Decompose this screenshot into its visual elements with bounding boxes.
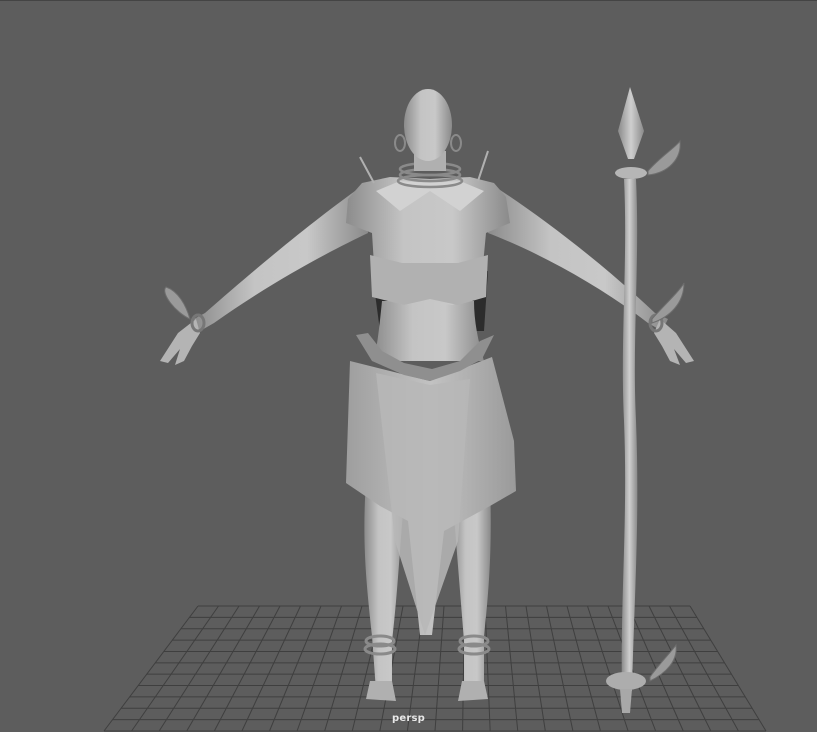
model-left-arm: [194, 186, 368, 331]
camera-name-label: persp: [392, 713, 425, 724]
character-model[interactable]: [160, 89, 694, 701]
model-left-quill: [359, 156, 375, 184]
model-left-earring: [394, 134, 406, 152]
model-left-hand: [160, 319, 200, 365]
spear-mid-feather: [651, 282, 685, 324]
spear-top-feather: [647, 139, 681, 176]
spear-bottom-collar: [606, 672, 646, 690]
spear-butt: [620, 689, 632, 713]
spear-blade: [618, 87, 644, 159]
spear-top-collar: [615, 167, 647, 179]
model-midriff: [374, 301, 484, 361]
model-right-earring: [450, 134, 462, 152]
model-right-hand: [654, 319, 694, 365]
model-left-feather: [164, 286, 191, 320]
model-right-foot: [458, 681, 488, 701]
spear-shaft: [621, 179, 638, 691]
model-left-foot: [366, 681, 396, 701]
scene-canvas[interactable]: [0, 1, 817, 732]
model-right-arm: [488, 186, 668, 331]
model-head: [404, 89, 452, 161]
model-right-quill: [477, 150, 489, 182]
perspective-viewport[interactable]: persp: [0, 0, 817, 732]
spear-model[interactable]: [606, 87, 685, 713]
